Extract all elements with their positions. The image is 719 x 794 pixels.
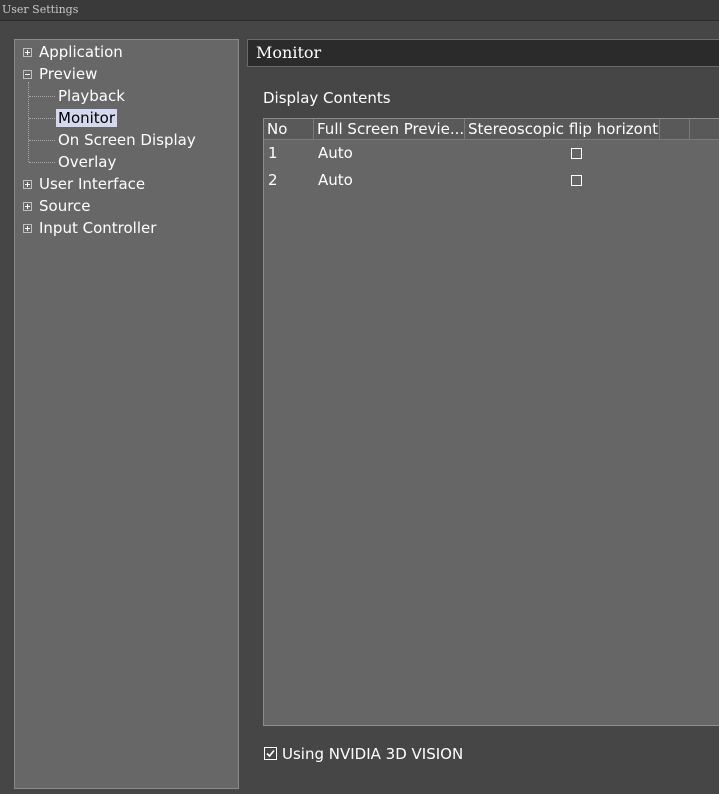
tree-connector	[29, 118, 55, 119]
flip-checkbox[interactable]	[571, 148, 582, 159]
cell-mode[interactable]: Auto	[318, 167, 353, 194]
display-contents-grid[interactable]: No Full Screen Previe... Stereoscopic fl…	[263, 118, 719, 726]
column-header-filler	[660, 119, 690, 139]
tree-item-label: On Screen Display	[58, 131, 196, 149]
tree-item-label: Overlay	[58, 153, 117, 171]
nvidia-3d-vision-label: Using NVIDIA 3D VISION	[282, 745, 464, 763]
tree-connector	[29, 96, 55, 97]
settings-tree[interactable]: Application Preview Playback Monitor On …	[14, 39, 239, 789]
tree-item-label: Input Controller	[39, 219, 157, 237]
column-header-stereoscopic-flip[interactable]: Stereoscopic flip horizontal	[465, 119, 660, 139]
tree-item-label: Application	[39, 43, 123, 61]
tree-item-label: Source	[39, 197, 91, 215]
tree-item-monitor[interactable]: Monitor	[56, 108, 118, 128]
expand-plus-icon[interactable]	[23, 202, 32, 211]
tree-item-overlay[interactable]: Overlay	[58, 152, 116, 172]
table-row[interactable]: 1 Auto	[264, 140, 719, 167]
panel-title: Monitor	[256, 43, 322, 62]
column-header-no[interactable]: No	[264, 119, 314, 139]
title-bar: User Settings	[0, 0, 719, 21]
tree-item-on-screen-display[interactable]: On Screen Display	[58, 130, 196, 150]
tree-item-playback[interactable]: Playback	[58, 86, 125, 106]
checkmark-icon[interactable]	[264, 747, 277, 760]
tree-connector	[29, 162, 55, 163]
window-title: User Settings	[2, 3, 79, 16]
grid-header: No Full Screen Previe... Stereoscopic fl…	[264, 119, 719, 140]
tree-connector	[28, 82, 29, 162]
tree-item-label: Preview	[39, 65, 98, 83]
tree-item-label: User Interface	[39, 175, 146, 193]
cell-mode[interactable]: Auto	[318, 140, 353, 167]
tree-item-label: Monitor	[56, 109, 118, 127]
panel-header: Monitor	[247, 39, 719, 67]
section-label: Display Contents	[263, 89, 391, 107]
expand-plus-icon[interactable]	[23, 48, 32, 57]
expand-plus-icon[interactable]	[23, 180, 32, 189]
table-row[interactable]: 2 Auto	[264, 167, 719, 194]
tree-connector	[29, 140, 55, 141]
cell-no: 2	[268, 171, 278, 189]
flip-checkbox[interactable]	[571, 175, 582, 186]
collapse-minus-icon[interactable]	[23, 70, 32, 79]
tree-item-label: Playback	[58, 87, 125, 105]
cell-no: 1	[268, 144, 278, 162]
column-header-full-screen-preview[interactable]: Full Screen Previe...	[314, 119, 465, 139]
expand-plus-icon[interactable]	[23, 224, 32, 233]
